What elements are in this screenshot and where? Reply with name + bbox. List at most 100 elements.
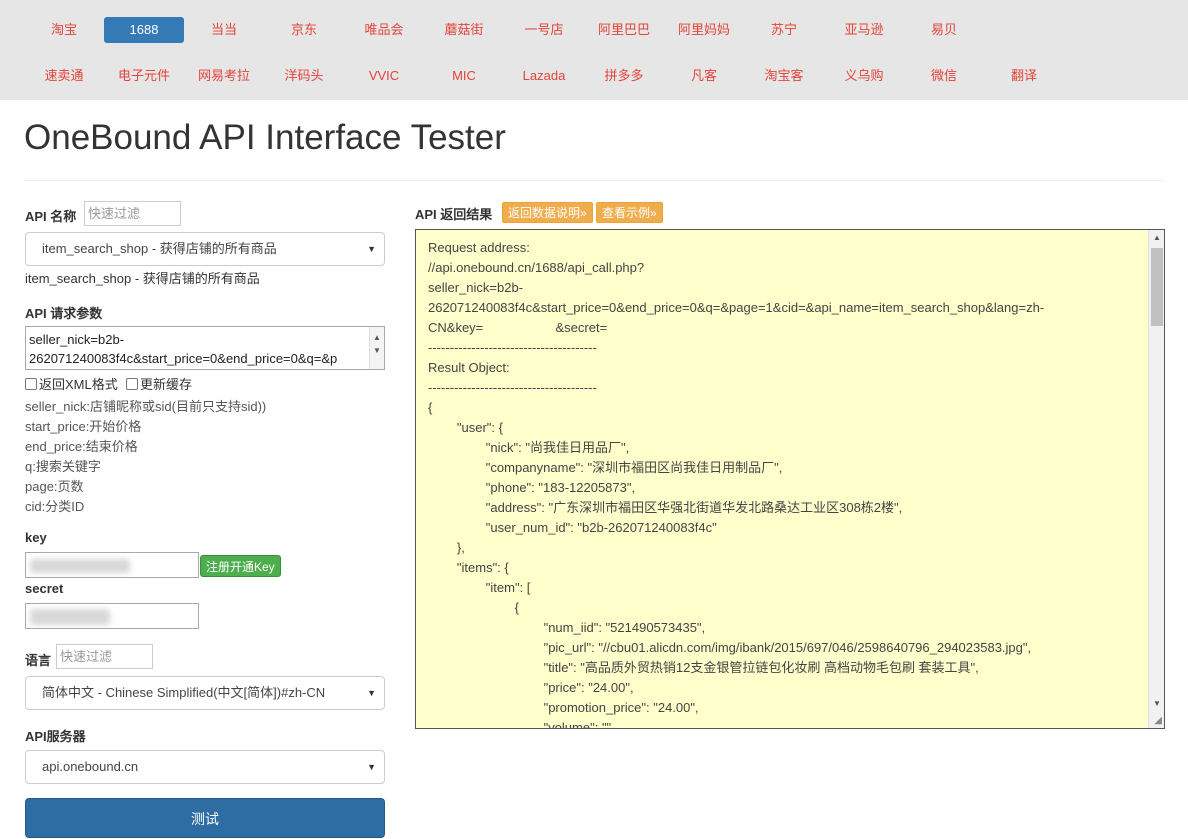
result-line: "user": { bbox=[428, 420, 503, 435]
result-line: 262071240083f4c&start_price=0&end_price=… bbox=[428, 300, 1045, 315]
result-line: { bbox=[428, 400, 433, 415]
xml-checkbox[interactable]: 返回XML格式 bbox=[25, 374, 118, 393]
result-line: Result Object: bbox=[428, 360, 510, 375]
divider bbox=[24, 180, 1165, 181]
server-select-value: api.onebound.cn bbox=[42, 759, 139, 774]
test-button[interactable]: 测试 bbox=[25, 798, 385, 838]
nav-link[interactable]: 速卖通 bbox=[24, 63, 104, 89]
nav-link[interactable]: 翻译 bbox=[984, 63, 1064, 89]
example-button[interactable]: 查看示例» bbox=[596, 202, 663, 223]
nav-link[interactable]: 阿里妈妈 bbox=[664, 17, 744, 43]
nav-link[interactable]: 唯品会 bbox=[344, 17, 424, 43]
nav-link[interactable]: 淘宝 bbox=[24, 17, 104, 43]
checkbox-icon bbox=[126, 377, 138, 390]
checkbox-icon bbox=[25, 377, 37, 390]
doc-button[interactable]: 返回数据说明» bbox=[502, 202, 593, 223]
nav-link[interactable]: 易贝 bbox=[904, 17, 984, 43]
top-nav: 淘宝 1688 当当 京东 唯品会 蘑菇街 一号店 阿里巴巴 阿里妈妈 苏宁 亚马逊 易贝 速卖通 电子… bbox=[0, 0, 1188, 100]
server-label: API服务器 bbox=[25, 729, 86, 744]
chevron-down-icon: ▼ bbox=[367, 244, 376, 254]
redacted-value bbox=[30, 559, 130, 573]
api-name-label: API 名称 bbox=[25, 209, 77, 224]
result-line: "nick": "尚我佳日用品厂", bbox=[428, 440, 630, 455]
result-line: //api.onebound.cn/1688/api_call.php? bbox=[428, 260, 645, 275]
register-key-button[interactable]: 注册开通Key bbox=[200, 555, 281, 577]
chevron-down-icon: ▼ bbox=[367, 762, 376, 772]
result-line: "pic_url": "//cbu01.alicdn.com/img/ibank… bbox=[428, 640, 1032, 655]
result-label: API 返回结果 bbox=[415, 207, 493, 222]
lang-select[interactable]: 简体中文 - Chinese Simplified(中文[简体])#zh-CN … bbox=[25, 676, 385, 710]
xml-checkbox-label: 返回XML格式 bbox=[39, 377, 118, 392]
nav-link[interactable]: VVIC bbox=[344, 63, 424, 89]
params-label: API 请求参数 bbox=[25, 306, 103, 321]
params-value: seller_nick=b2b- 262071240083f4c&start_p… bbox=[29, 332, 338, 366]
nav-link[interactable]: MIC bbox=[424, 63, 504, 89]
result-line: seller_nick=b2b- bbox=[428, 280, 524, 295]
api-selected-text: item_search_shop - 获得店铺的所有商品 bbox=[25, 271, 260, 286]
result-line: "items": { bbox=[428, 560, 509, 575]
nav-link[interactable]: 洋码头 bbox=[264, 63, 344, 89]
scroll-thumb[interactable] bbox=[1151, 248, 1163, 326]
nav-link[interactable]: 一号店 bbox=[504, 17, 584, 43]
nav-link[interactable]: 苏宁 bbox=[744, 17, 824, 43]
result-line: --------------------------------------- bbox=[428, 340, 597, 355]
result-line: "title": "高品质外贸热销12支金银管拉链包化妆刷 高档动物毛包刷 套装… bbox=[428, 660, 979, 675]
result-scrollbar[interactable]: ▲ ▼ bbox=[1148, 230, 1164, 728]
nav-link[interactable]: 京东 bbox=[264, 17, 344, 43]
result-line: "promotion_price": "24.00", bbox=[428, 700, 699, 715]
nav-row-2: 速卖通 电子元件 网易考拉 洋码头 VVIC MIC Lazada 拼多多 凡客 淘宝客 义乌购 微信… bbox=[24, 63, 1064, 89]
nav-link[interactable]: 蘑菇街 bbox=[424, 17, 504, 43]
key-input[interactable] bbox=[25, 552, 199, 578]
nav-link[interactable]: 义乌购 bbox=[824, 63, 904, 89]
nav-link[interactable]: 网易考拉 bbox=[184, 63, 264, 89]
secret-input[interactable] bbox=[25, 603, 199, 629]
nav-link[interactable]: 拼多多 bbox=[584, 63, 664, 89]
secret-label: secret bbox=[25, 581, 64, 596]
param-desc-line: cid:分类ID bbox=[25, 499, 85, 514]
param-desc-line: start_price:开始价格 bbox=[25, 419, 142, 434]
result-line: "volume": "" bbox=[428, 720, 612, 729]
key-label: key bbox=[25, 530, 47, 545]
scroll-up-icon: ▲ bbox=[1153, 233, 1161, 242]
result-line: }, bbox=[428, 540, 465, 555]
params-textarea[interactable]: seller_nick=b2b- 262071240083f4c&start_p… bbox=[25, 326, 385, 370]
nav-link[interactable]: 亚马逊 bbox=[824, 17, 904, 43]
nav-link[interactable]: 微信 bbox=[904, 63, 984, 89]
result-textarea[interactable]: Request address: //api.onebound.cn/1688/a… bbox=[415, 229, 1165, 729]
cache-checkbox-label: 更新缓存 bbox=[140, 377, 193, 392]
api-select-value: item_search_shop - 获得店铺的所有商品 bbox=[42, 241, 277, 256]
page-title: OneBound API Interface Tester bbox=[24, 118, 506, 157]
nav-link[interactable]: 凡客 bbox=[664, 63, 744, 89]
chevron-down-icon: ▼ bbox=[367, 688, 376, 698]
result-content: Request address: //api.onebound.cn/1688/a… bbox=[428, 238, 1148, 729]
params-scrollbar[interactable]: ▲ ▼ bbox=[369, 327, 384, 369]
result-line: "price": "24.00", bbox=[428, 680, 634, 695]
nav-link[interactable]: 电子元件 bbox=[104, 63, 184, 89]
result-line: "phone": "183-12205873", bbox=[428, 480, 636, 495]
result-line: { bbox=[428, 600, 520, 615]
lang-label: 语言 bbox=[25, 653, 52, 668]
scroll-down-icon: ▼ bbox=[373, 346, 381, 355]
scroll-down-icon: ▼ bbox=[1153, 699, 1161, 708]
nav-link[interactable]: 1688 bbox=[104, 17, 184, 43]
result-line: CN&key= &secret= bbox=[428, 320, 651, 335]
result-line: "companyname": "深圳市福田区尚我佳日用制品厂", bbox=[428, 460, 783, 475]
nav-row-1: 淘宝 1688 当当 京东 唯品会 蘑菇街 一号店 阿里巴巴 阿里妈妈 苏宁 亚马逊 易贝 bbox=[24, 17, 984, 43]
result-line: Request address: bbox=[428, 240, 530, 255]
nav-link[interactable]: Lazada bbox=[504, 63, 584, 89]
cache-checkbox[interactable]: 更新缓存 bbox=[126, 374, 192, 393]
param-desc-line: page:页数 bbox=[25, 479, 84, 494]
resize-grip-icon[interactable]: ◢ bbox=[1154, 715, 1162, 726]
result-line: "item": [ bbox=[428, 580, 531, 595]
param-descriptions: seller_nick:店铺昵称或sid(目前只支持sid)) start_pr… bbox=[25, 397, 266, 517]
api-select[interactable]: item_search_shop - 获得店铺的所有商品 ▼ bbox=[25, 232, 385, 266]
param-desc-line: seller_nick:店铺昵称或sid(目前只支持sid)) bbox=[25, 399, 267, 414]
lang-select-value: 简体中文 - Chinese Simplified(中文[简体])#zh-CN bbox=[42, 685, 326, 700]
nav-link[interactable]: 阿里巴巴 bbox=[584, 17, 664, 43]
api-filter-input[interactable] bbox=[84, 201, 181, 226]
result-line: "address": "广东深圳市福田区华强北街道华发北路桑达工业区308栋2楼… bbox=[428, 500, 903, 515]
nav-link[interactable]: 当当 bbox=[184, 17, 264, 43]
server-select[interactable]: api.onebound.cn ▼ bbox=[25, 750, 385, 784]
lang-filter-input[interactable] bbox=[56, 644, 153, 669]
nav-link[interactable]: 淘宝客 bbox=[744, 63, 824, 89]
